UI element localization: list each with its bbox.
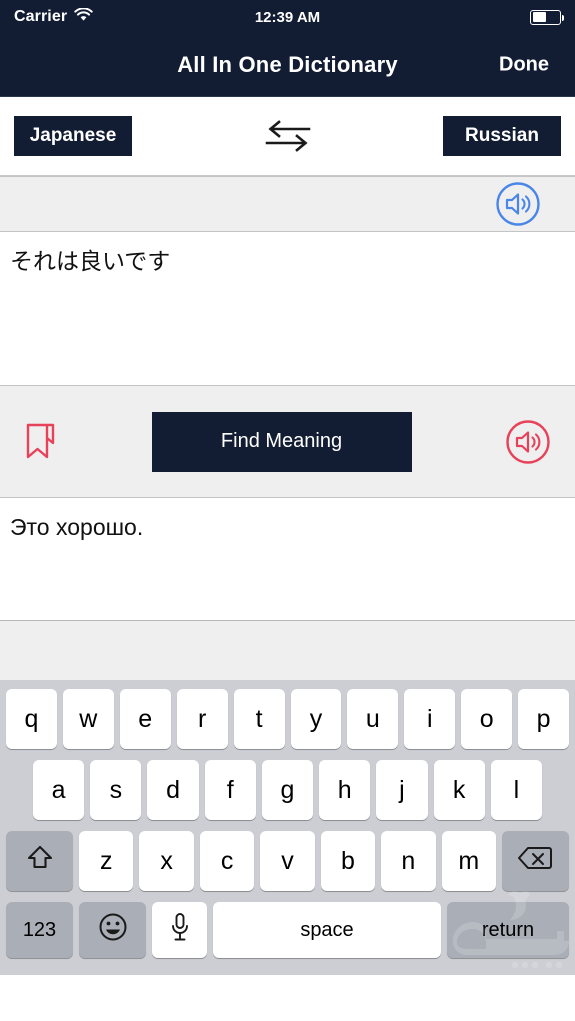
microphone-icon xyxy=(169,912,191,949)
status-bar-left: Carrier xyxy=(14,6,93,27)
key-u[interactable]: u xyxy=(347,689,399,749)
key-k[interactable]: k xyxy=(433,760,485,820)
key-z[interactable]: z xyxy=(79,831,134,891)
source-speak-button[interactable] xyxy=(495,181,541,227)
key-j[interactable]: j xyxy=(376,760,428,820)
keyboard-row-1: q w e r t y u i o p xyxy=(0,689,575,749)
navigation-bar: All In One Dictionary Done xyxy=(0,34,575,97)
done-button[interactable]: Done xyxy=(493,50,555,81)
shift-key[interactable] xyxy=(6,831,74,891)
key-h[interactable]: h xyxy=(319,760,371,820)
key-q[interactable]: q xyxy=(5,689,57,749)
source-text-area[interactable]: それは良いです xyxy=(0,232,575,385)
key-b[interactable]: b xyxy=(320,831,376,891)
dictation-key[interactable] xyxy=(152,902,207,958)
onscreen-keyboard: q w e r t y u i o p a s d f g h j k l z … xyxy=(0,680,575,975)
key-w[interactable]: w xyxy=(62,689,114,749)
key-r[interactable]: r xyxy=(176,689,228,749)
carrier-label: Carrier xyxy=(14,8,68,25)
swap-arrows-icon xyxy=(265,120,311,156)
status-bar-right xyxy=(530,9,564,25)
target-text-area[interactable]: Это хорошо. xyxy=(0,498,575,620)
swap-languages-button[interactable] xyxy=(261,115,315,157)
source-text: それは良いです xyxy=(10,248,171,274)
key-d[interactable]: d xyxy=(147,760,199,820)
emoji-smiley-icon xyxy=(98,912,128,949)
battery-fill xyxy=(532,12,547,22)
backspace-icon xyxy=(517,845,553,878)
key-g[interactable]: g xyxy=(261,760,314,820)
bookmark-icon xyxy=(24,423,58,466)
keyboard-accessory-bar xyxy=(0,620,575,680)
key-f[interactable]: f xyxy=(204,760,256,820)
key-p[interactable]: p xyxy=(518,689,570,749)
key-e[interactable]: e xyxy=(119,689,171,749)
bookmark-button[interactable] xyxy=(24,421,58,463)
key-o[interactable]: o xyxy=(461,689,513,749)
shift-arrow-icon xyxy=(25,843,55,880)
key-y[interactable]: y xyxy=(290,689,342,749)
speaker-icon xyxy=(505,419,551,468)
page-title: All In One Dictionary xyxy=(177,52,398,77)
key-c[interactable]: c xyxy=(199,831,255,891)
find-meaning-button[interactable]: Find Meaning xyxy=(151,411,412,472)
key-m[interactable]: m xyxy=(441,831,496,891)
language-selector-bar: Japanese Russian xyxy=(0,97,575,176)
key-t[interactable]: t xyxy=(233,689,285,749)
battery-icon xyxy=(530,9,564,25)
wifi-icon xyxy=(74,6,93,27)
key-i[interactable]: i xyxy=(404,689,456,749)
source-language-button[interactable]: Japanese xyxy=(14,116,132,156)
key-s[interactable]: s xyxy=(90,760,142,820)
return-key[interactable]: return xyxy=(447,902,569,958)
keyboard-row-3: z x c v b n m xyxy=(0,831,575,891)
keyboard-row-4: 123 space return xyxy=(0,902,575,958)
key-x[interactable]: x xyxy=(139,831,194,891)
key-n[interactable]: n xyxy=(381,831,436,891)
key-a[interactable]: a xyxy=(33,760,85,820)
action-toolbar: Find Meaning xyxy=(0,385,575,498)
backspace-key[interactable] xyxy=(501,831,569,891)
key-v[interactable]: v xyxy=(260,831,315,891)
space-key[interactable]: space xyxy=(213,902,441,958)
key-l[interactable]: l xyxy=(490,760,542,820)
status-bar: Carrier 12:39 AM xyxy=(0,0,575,34)
numbers-key[interactable]: 123 xyxy=(6,902,73,958)
target-text: Это хорошо. xyxy=(10,514,144,540)
emoji-key[interactable] xyxy=(79,902,146,958)
source-toolbar xyxy=(0,176,575,232)
target-language-button[interactable]: Russian xyxy=(443,116,561,156)
keyboard-row-2: a s d f g h j k l xyxy=(0,760,575,820)
target-speak-button[interactable] xyxy=(505,419,551,465)
speaker-icon xyxy=(495,182,541,230)
